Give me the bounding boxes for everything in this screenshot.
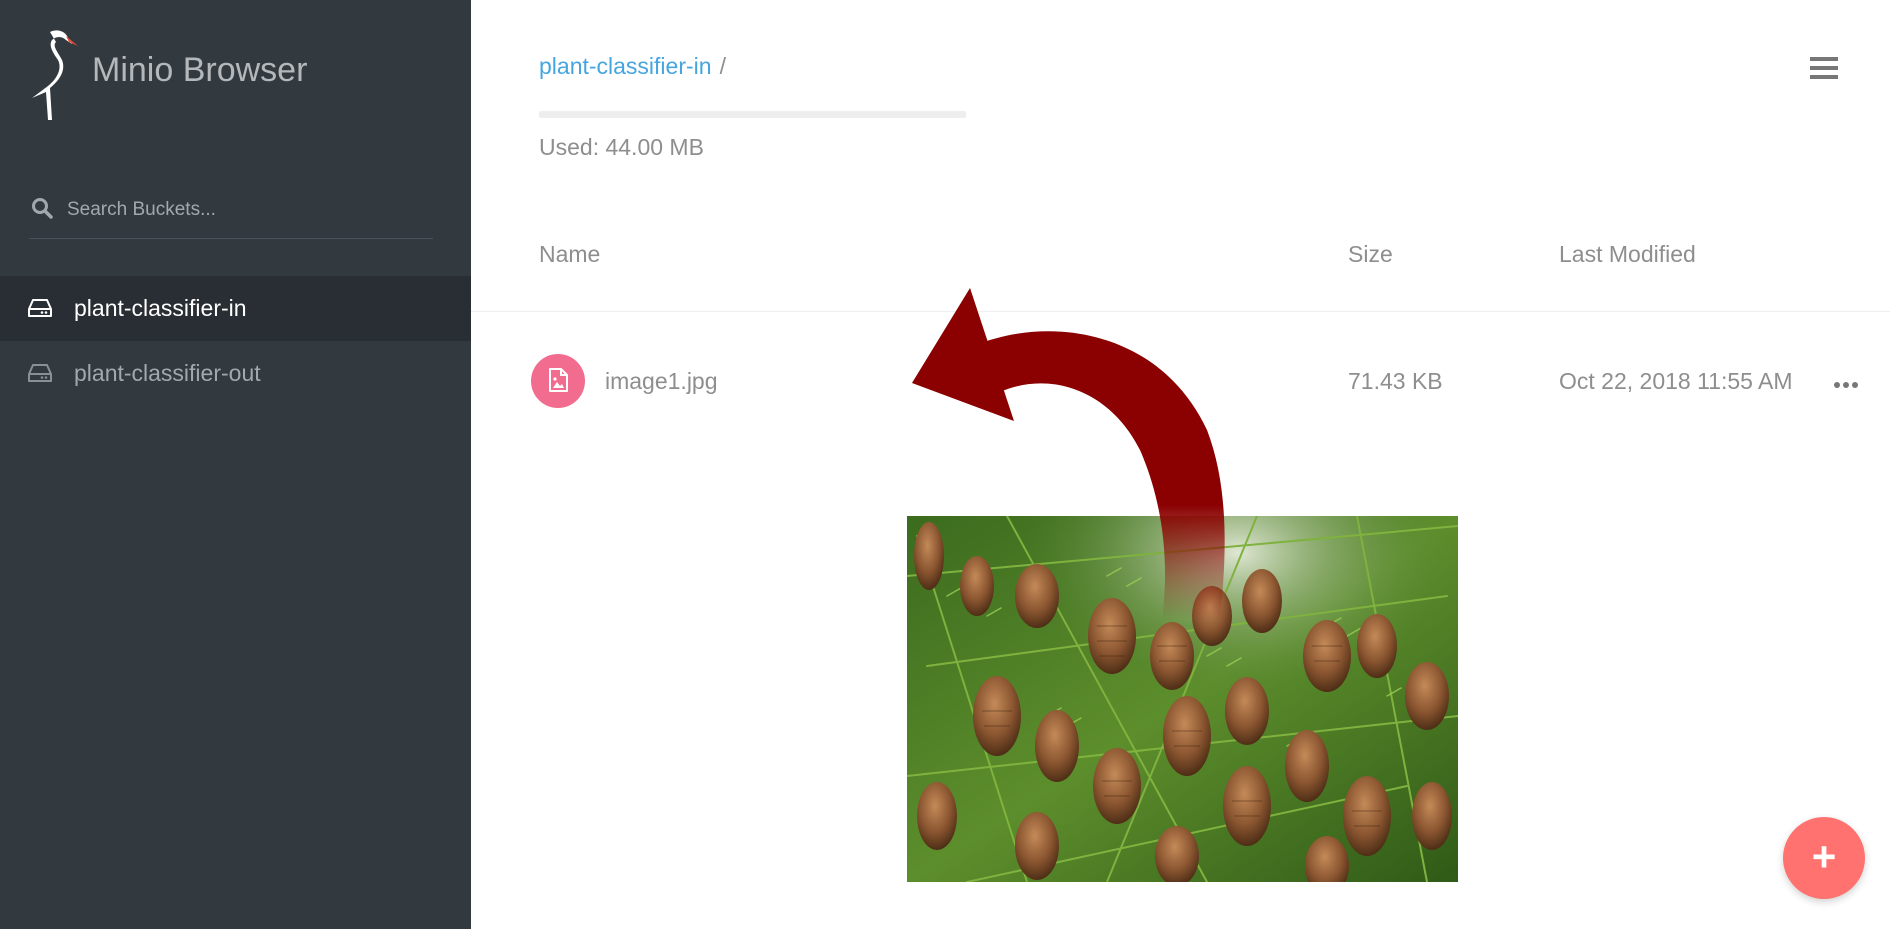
hamburger-menu-icon[interactable]: [1810, 56, 1838, 85]
app-title: Minio Browser: [92, 51, 308, 89]
breadcrumb-bucket-link[interactable]: plant-classifier-in: [539, 53, 712, 79]
minio-logo-icon: [28, 26, 80, 126]
storage-used-text: Used: 44.00 MB: [539, 134, 704, 160]
image-file-icon: [531, 354, 585, 408]
search-bar: [29, 190, 433, 239]
annotation-arrow-icon: [900, 280, 1240, 645]
bucket-label: plant-classifier-out: [74, 360, 261, 386]
search-buckets-input[interactable]: [65, 194, 429, 226]
sidebar-item-plant-classifier-in[interactable]: plant-classifier-in: [0, 276, 471, 341]
bucket-label: plant-classifier-in: [74, 295, 247, 321]
more-options-icon[interactable]: [1833, 376, 1859, 394]
hard-drive-icon: [28, 298, 52, 323]
column-header-last-modified[interactable]: Last Modified: [1559, 241, 1696, 268]
column-header-name[interactable]: Name: [539, 241, 600, 268]
file-size: 71.43 KB: [1348, 368, 1443, 394]
sidebar: Minio Browser plant-classifier-in: [0, 0, 471, 929]
sidebar-item-plant-classifier-out[interactable]: plant-classifier-out: [0, 341, 471, 406]
storage-usage-bar: [539, 111, 966, 118]
add-fab-button[interactable]: +: [1783, 817, 1865, 899]
hard-drive-icon: [28, 363, 52, 388]
column-header-size[interactable]: Size: [1348, 241, 1393, 268]
breadcrumb-separator: /: [719, 53, 726, 79]
search-icon: [31, 197, 53, 224]
file-name[interactable]: image1.jpg: [605, 368, 718, 395]
breadcrumb: plant-classifier-in /: [539, 53, 726, 80]
file-last-modified: Oct 22, 2018 11:55 AM: [1559, 368, 1793, 394]
